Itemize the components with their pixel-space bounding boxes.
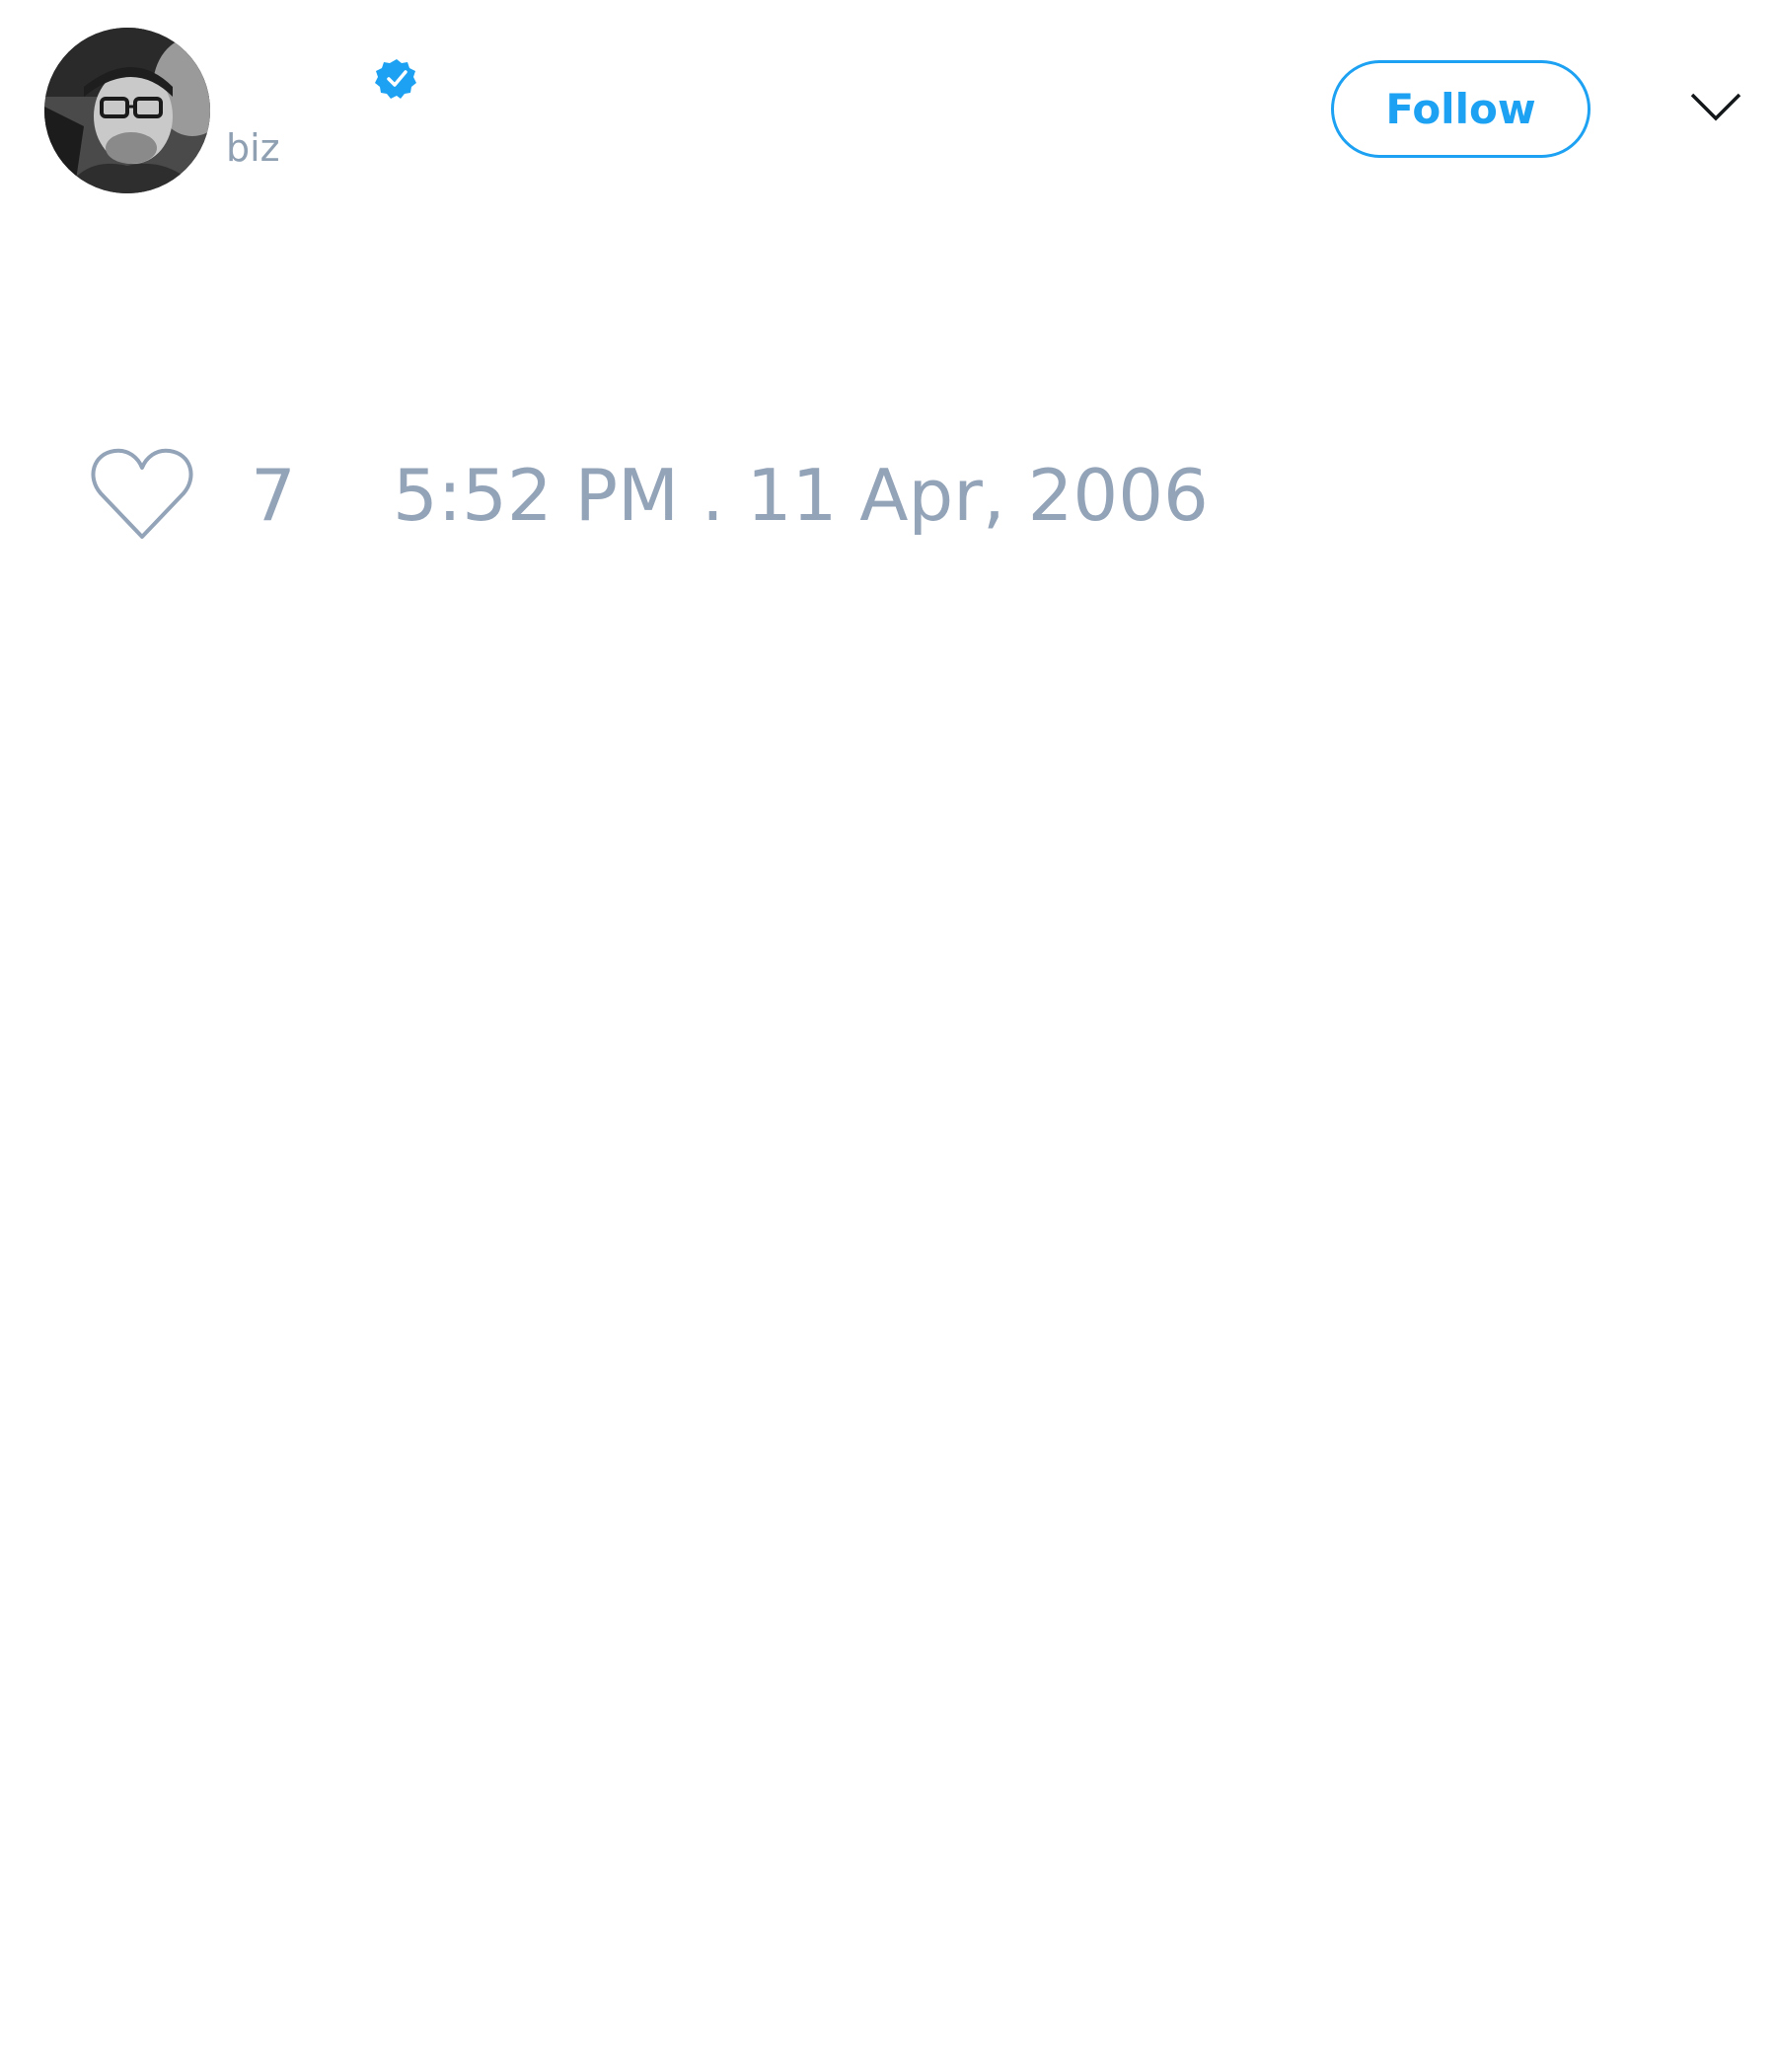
avatar-photo-icon bbox=[44, 28, 210, 193]
verified-badge-icon bbox=[375, 59, 416, 99]
tweet-card: biz Follow 7 5:52 PM . 11 Apr, 2006 bbox=[0, 0, 1776, 2072]
like-count: 7 bbox=[251, 454, 296, 537]
handle[interactable]: biz bbox=[226, 126, 280, 170]
heart-outline-icon[interactable] bbox=[89, 446, 195, 541]
follow-button[interactable]: Follow bbox=[1331, 60, 1591, 158]
avatar[interactable] bbox=[44, 28, 210, 193]
chevron-down-icon[interactable] bbox=[1689, 91, 1742, 124]
tweet-timestamp[interactable]: 5:52 PM . 11 Apr, 2006 bbox=[393, 454, 1209, 537]
